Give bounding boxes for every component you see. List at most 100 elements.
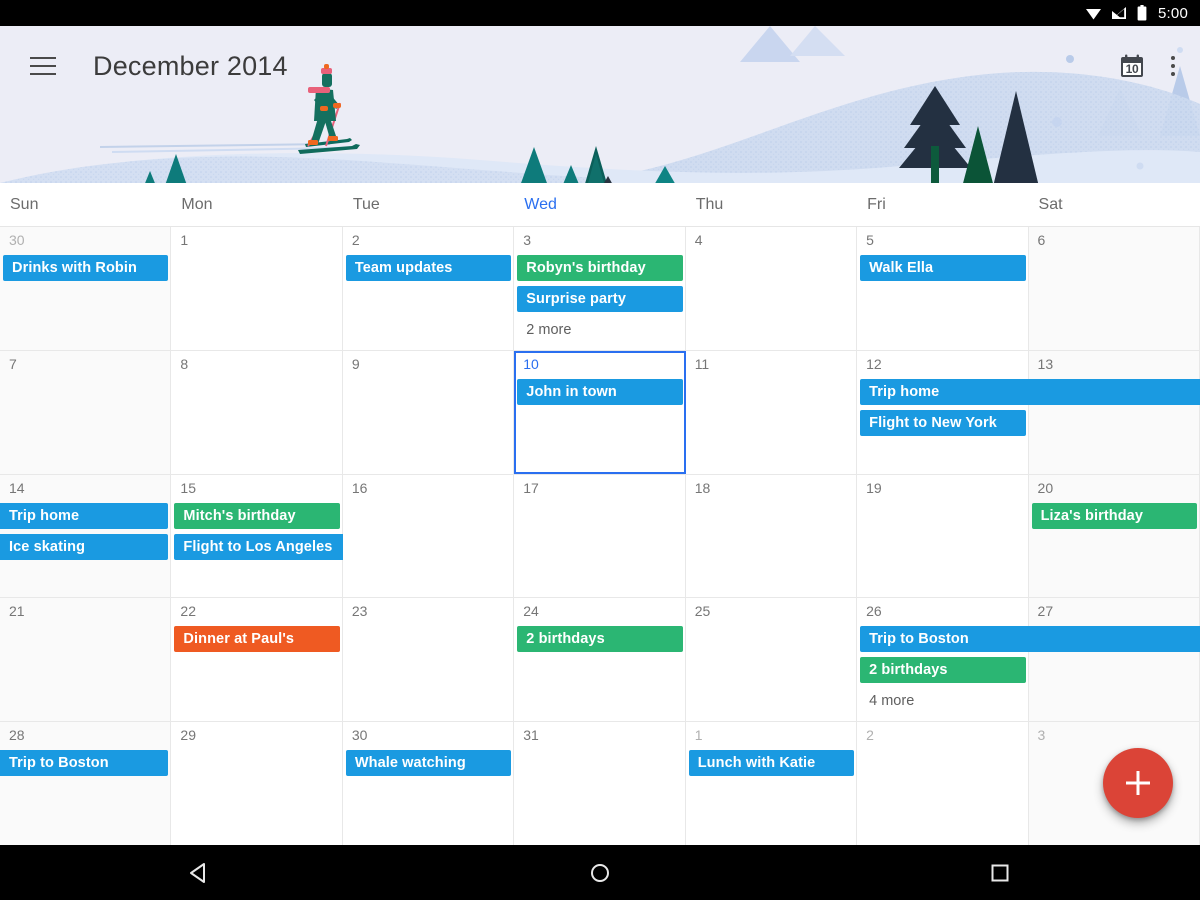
page-title: December 2014: [93, 50, 288, 81]
today-calendar-icon[interactable]: 10: [1110, 44, 1154, 88]
day-number: 29: [180, 727, 196, 744]
event-chip[interactable]: Dinner at Paul's: [174, 626, 340, 653]
day-cell[interactable]: 1: [685, 722, 858, 845]
day-number: 4: [694, 232, 703, 248]
event-chip[interactable]: Trip home: [0, 502, 169, 529]
day-cell[interactable]: 29: [171, 722, 343, 845]
day-cell[interactable]: 17: [514, 474, 686, 598]
weekday-header-sat: Sat: [1038, 195, 1063, 213]
day-cell[interactable]: 19: [857, 474, 1029, 598]
today-date-number: 10: [1125, 62, 1139, 76]
month-header: December 2014 10: [0, 26, 1200, 183]
home-circle-glyph: [591, 863, 609, 882]
event-chip[interactable]: Robyn's birthday: [517, 255, 683, 281]
week-row: 30 1 2 3 4 5 6 Drinks with Robin Team updates Rob…: [0, 227, 1200, 351]
day-cell[interactable]: 28: [0, 722, 172, 845]
day-number: 23: [351, 603, 368, 620]
day-number: 25: [694, 603, 711, 620]
day-cell[interactable]: 22: [171, 598, 343, 722]
day-cell[interactable]: 30: [0, 227, 172, 350]
event-chip[interactable]: Team updates: [345, 255, 512, 281]
day-number: 30: [351, 727, 368, 744]
day-number: 16: [351, 479, 368, 496]
day-cell[interactable]: 21: [0, 598, 172, 722]
event-chip[interactable]: Liza's birthday: [1031, 502, 1197, 529]
day-cell[interactable]: 18: [685, 474, 858, 598]
event-chip[interactable]: Walk Ella: [860, 255, 1026, 281]
event-chip[interactable]: Surprise party: [517, 286, 683, 312]
event-chip[interactable]: John in town: [517, 378, 683, 405]
weekday-header-fri: Fri: [867, 195, 886, 213]
day-cell[interactable]: 8: [171, 350, 343, 474]
event-chip[interactable]: Whale watching: [345, 750, 512, 777]
event-chip[interactable]: Flight to Los Angeles: [174, 533, 343, 560]
day-cell[interactable]: 9: [342, 350, 515, 474]
month-grid[interactable]: 30 1 2 3 4 5 6 Drinks with Robin Team updates Rob…: [0, 227, 1200, 845]
day-number: 2: [866, 727, 874, 744]
event-chip[interactable]: Flight to New York: [860, 409, 1026, 436]
day-cell[interactable]: 20: [1028, 474, 1200, 598]
day-number: 12: [866, 355, 882, 372]
event-chip[interactable]: 2 birthdays: [517, 626, 683, 653]
more-events-link[interactable]: 4 more: [860, 688, 1034, 714]
recents-nav-icon[interactable]: [960, 845, 1040, 900]
event-chip[interactable]: Drinks with Robin: [3, 255, 169, 281]
home-nav-icon[interactable]: [560, 845, 640, 900]
status-bar: 5:00: [0, 0, 1200, 26]
day-number: 22: [180, 603, 196, 620]
weekday-header-wed: Wed: [524, 195, 557, 213]
week-row: 7 8 9 10 11 12 13 John in town Trip home Flight t…: [0, 350, 1200, 475]
day-cell[interactable]: 5: [857, 227, 1029, 350]
day-cell[interactable]: 7: [0, 350, 172, 474]
day-cell[interactable]: 24: [514, 598, 686, 722]
day-cell[interactable]: 30: [342, 722, 515, 845]
back-nav-icon[interactable]: [160, 845, 240, 900]
day-number: 2: [351, 232, 360, 248]
event-chip[interactable]: 2 birthdays: [860, 657, 1026, 684]
day-number: 10: [523, 355, 539, 372]
day-cell[interactable]: 6: [1028, 227, 1200, 350]
signal-icon: [1112, 7, 1126, 19]
day-cell[interactable]: 31: [514, 722, 686, 845]
day-cell[interactable]: 1: [171, 227, 343, 350]
day-cell[interactable]: 13: [1028, 350, 1200, 474]
day-number: 7: [9, 355, 17, 372]
day-number: 18: [694, 479, 711, 496]
day-cell[interactable]: 25: [685, 598, 858, 722]
hamburger-menu-icon[interactable]: [15, 38, 71, 94]
more-events-link[interactable]: 2 more: [517, 317, 691, 343]
event-chip[interactable]: Mitch's birthday: [174, 502, 340, 529]
weekday-header-mon: Mon: [181, 195, 213, 213]
event-chip[interactable]: Trip to Boston: [0, 750, 169, 777]
day-number: 15: [180, 479, 196, 496]
back-triangle-glyph: [190, 862, 205, 883]
day-number: 20: [1037, 479, 1054, 496]
event-chip[interactable]: Lunch with Katie: [688, 750, 855, 777]
recents-square-glyph: [991, 864, 1009, 881]
weekday-header-sun: Sun: [10, 195, 39, 213]
day-cell[interactable]: 11: [685, 350, 858, 474]
day-number: 28: [9, 727, 25, 744]
event-chip[interactable]: Trip home: [860, 378, 1200, 405]
event-chip[interactable]: Ice skating: [0, 533, 169, 560]
event-chip[interactable]: Trip to Boston: [860, 626, 1200, 653]
weekday-header-thu: Thu: [695, 195, 724, 213]
overflow-menu-icon[interactable]: [1154, 44, 1192, 88]
day-cell[interactable]: 2: [342, 227, 515, 350]
weekday-header-row: Sun Mon Tue Wed Thu Fri Sat: [0, 183, 1200, 227]
day-cell[interactable]: 4: [685, 227, 858, 350]
day-cell-selected[interactable]: 10: [514, 350, 686, 474]
add-event-button[interactable]: [1103, 748, 1173, 818]
day-cell[interactable]: 16: [342, 474, 515, 598]
week-row: 21 22 23 24 25 26 27 Dinner at Paul's 2 birthday…: [0, 598, 1200, 723]
day-cell[interactable]: 23: [342, 598, 515, 722]
day-number: 1: [180, 232, 189, 248]
day-number: 1: [694, 727, 703, 744]
day-cell[interactable]: 2: [857, 722, 1029, 845]
android-nav-bar: [0, 845, 1200, 900]
day-cell[interactable]: 27: [1028, 598, 1200, 722]
status-icon-group: [1085, 5, 1147, 21]
week-row: 28 29 30 31 1 2 3 Trip to Boston Whale watching L…: [0, 722, 1200, 845]
day-number: 14: [9, 479, 25, 496]
day-number: 17: [523, 479, 539, 496]
